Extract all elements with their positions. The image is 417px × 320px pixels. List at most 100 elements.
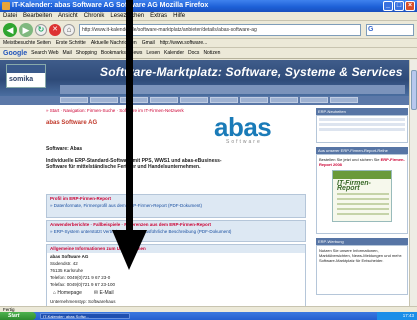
company-type: Unternehmenstyp: Softwarehaus <box>50 299 116 304</box>
site-nav <box>0 96 409 105</box>
main-column: » Start · Navigation: Firmen-Suche · Sof… <box>46 108 306 306</box>
scrollbar-thumb[interactable] <box>411 70 417 110</box>
search-input[interactable]: G <box>366 24 414 36</box>
browser-window: IT-Kalender: abas Software AG Software A… <box>0 0 417 320</box>
site-header: somika Software-Marktplatz: Software, Sy… <box>0 60 409 96</box>
menu-tools[interactable]: Extras <box>150 12 167 20</box>
erp-news-block <box>316 115 408 143</box>
site-nav-item[interactable] <box>120 97 148 103</box>
taskbar: Start IT-Kalender: abas Softw... 17:43 <box>0 312 417 320</box>
gtoolbar-item[interactable]: Lesen <box>146 48 160 58</box>
home-button[interactable]: ⌂ <box>63 24 75 36</box>
software-label: Software: Abas <box>46 146 83 152</box>
window-title: IT-Kalender: abas Software AG Software A… <box>12 2 209 9</box>
navigation-toolbar: ◀ ▶ ↻ ✕ ⌂ http://www.it-kalender.de/soft… <box>0 21 417 39</box>
contact-links: ⌂ Homepage ✉ E-Mail <box>47 288 305 298</box>
case-studies-box: Anwenderberichte · Fallbeispiele · Refer… <box>46 220 306 242</box>
site-nav-item[interactable] <box>90 97 118 103</box>
email-link[interactable]: ✉ E-Mail <box>94 290 114 296</box>
gtoolbar-item[interactable]: Docs <box>188 48 199 58</box>
bookmark-item[interactable]: http://www.software... <box>160 39 208 47</box>
maximize-icon[interactable]: □ <box>394 1 404 11</box>
homepage-link[interactable]: ⌂ Homepage <box>53 290 82 296</box>
bookmark-item[interactable]: Meistbesuchte Seiten <box>3 39 51 47</box>
google-toolbar: Google Search Web Mail Shopping Bookmark… <box>0 48 417 59</box>
minimize-icon[interactable]: _ <box>383 1 393 11</box>
back-button[interactable]: ◀ <box>3 23 17 37</box>
ad-block: Nutzen Sie unsere Informationen, Marktüb… <box>316 245 408 295</box>
box-heading: Allgemeine Informationen zum Unternehmen <box>47 245 305 253</box>
site-sub-bar <box>60 85 405 94</box>
gtoolbar-item[interactable]: Shopping <box>76 48 97 58</box>
site-nav-item[interactable] <box>240 97 268 103</box>
company-description: Individuelle ERP-Standard-Software mit P… <box>46 158 222 170</box>
address-line: Telefon: 0049(0)721 9 67 23-0 <box>50 275 111 280</box>
bookmarks-toolbar: Meistbesuchte Seiten Erste Schritte Aktu… <box>0 39 417 48</box>
firefox-icon <box>2 2 10 10</box>
menu-bookmarks[interactable]: Lesezeichen <box>110 12 144 20</box>
company-name: abas Software AG <box>46 120 98 126</box>
taskbar-item[interactable]: IT-Kalender: abas Softw... <box>40 313 130 319</box>
forward-button[interactable]: ▶ <box>19 23 33 37</box>
reload-button[interactable]: ↻ <box>35 24 47 36</box>
breadcrumb[interactable]: » Start · Navigation: Firmen-Suche · Sof… <box>46 108 184 113</box>
title-bar: IT-Kalender: abas Software AG Software A… <box>0 0 417 12</box>
address-line: abas Software AG <box>50 254 89 259</box>
gtoolbar-item[interactable]: Bookmarks <box>101 48 126 58</box>
vertical-scrollbar[interactable] <box>409 60 417 306</box>
gtoolbar-item[interactable]: Notizen <box>203 48 220 58</box>
menu-file[interactable]: Datei <box>3 12 17 20</box>
gtoolbar-item[interactable]: Search Web <box>31 48 58 58</box>
address-line: Südendstr. 42 <box>50 261 78 266</box>
site-logo-text: somika <box>9 76 34 83</box>
report-promo-block: Bestellen Sie jetzt und sichern Sie ERP-… <box>316 154 408 234</box>
report-cover-image[interactable]: IT-Firmen-Report <box>332 170 392 222</box>
site-nav-item[interactable] <box>150 97 178 103</box>
menu-edit[interactable]: Bearbeiten <box>23 12 52 20</box>
bookmark-item[interactable]: Erste Schritte <box>56 39 86 47</box>
profile-link[interactable]: » Datenformate, Firmenprofil aus dem ERP… <box>47 203 305 211</box>
bookmark-item[interactable]: Aktuelle Nachrichten <box>91 39 137 47</box>
right-sidebar: ERP-Neuheiten Aus unserer ERP-Firmen-Rep… <box>316 108 408 306</box>
site-nav-item[interactable] <box>210 97 238 103</box>
gtoolbar-item[interactable]: Mail <box>63 48 72 58</box>
site-nav-item[interactable] <box>180 97 208 103</box>
google-logo: Google <box>3 50 28 57</box>
site-nav-item[interactable] <box>300 97 328 103</box>
bookmark-item[interactable]: Gmail <box>142 39 155 47</box>
menu-help[interactable]: Hilfe <box>173 12 185 20</box>
report-cover-title: IT-Firmen-Report <box>337 180 371 192</box>
site-title: Software-Marktplatz: Software, Systeme &… <box>100 65 403 79</box>
stop-button[interactable]: ✕ <box>49 24 61 36</box>
site-nav-item[interactable] <box>270 97 298 103</box>
address-bar[interactable]: http://www.it-kalender.de/software-markt… <box>79 24 361 36</box>
abas-logo: abas <box>214 112 272 142</box>
page-content[interactable]: somika Software-Marktplatz: Software, Sy… <box>0 60 409 306</box>
start-button[interactable]: Start <box>0 312 36 320</box>
google-search-icon: G <box>368 26 374 33</box>
abas-logo-sub: Software <box>226 139 262 145</box>
sidebar-heading: ERP-Werbung <box>316 238 408 245</box>
window-controls: _ □ × <box>383 1 415 11</box>
email-label: E-Mail <box>99 290 114 296</box>
site-nav-item[interactable] <box>330 97 358 103</box>
menu-view[interactable]: Ansicht <box>58 12 78 20</box>
close-icon[interactable]: × <box>405 1 415 11</box>
box-heading: Anwenderberichte · Fallbeispiele · Refer… <box>50 222 212 227</box>
gtoolbar-item[interactable]: News <box>130 48 143 58</box>
address-line: Telefax: 0049(0)721 9 67 23-100 <box>50 282 116 287</box>
box-heading: Profil im ERP-Firmen-Report <box>50 196 112 201</box>
company-info-box: Allgemeine Informationen zum Unternehmen… <box>46 244 306 306</box>
menu-bar: Datei Bearbeiten Ansicht Chronik Lesezei… <box>0 12 417 21</box>
sidebar-heading: Aus unserer ERP-Firmen-Report-Reihe <box>316 147 408 154</box>
menu-history[interactable]: Chronik <box>84 12 105 20</box>
site-logo[interactable]: somika <box>6 64 46 88</box>
sidebar-heading: ERP-Neuheiten <box>316 108 408 115</box>
erp-report-profile-box: Profil im ERP-Firmen-Report » Datenforma… <box>46 194 306 218</box>
case-study-link[interactable]: » ERP-System unterstützt Vertriebsprozes… <box>47 229 305 237</box>
taskbar-clock: 17:43 <box>377 312 417 320</box>
homepage-label: Homepage <box>57 290 82 296</box>
address-line: 76135 Karlsruhe <box>50 268 84 273</box>
site-nav-item[interactable] <box>60 97 88 103</box>
gtoolbar-item[interactable]: Kalender <box>164 48 184 58</box>
